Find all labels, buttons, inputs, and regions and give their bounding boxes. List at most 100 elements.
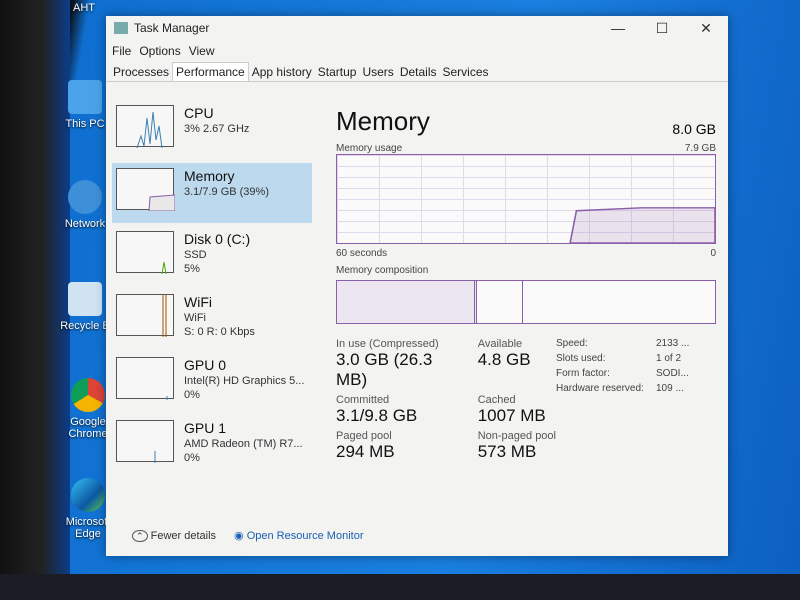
mini-graph-line (148, 194, 176, 212)
tab-bar: Processes Performance App history Startu… (106, 62, 728, 82)
mini-graph (116, 357, 174, 400)
item-detail: SSD (184, 249, 207, 261)
mini-graph-line (166, 396, 168, 400)
available-label: Available (477, 338, 523, 350)
spec-label: Hardware reserved: (556, 383, 644, 394)
sidebar-item-gpu-0[interactable]: GPU 0 Intel(R) HD Graphics 5... 0% (112, 352, 312, 412)
desktop-icon-aht[interactable]: AHT (54, 2, 114, 14)
paged-pool-label: Paged pool (336, 430, 392, 442)
resource-monitor-icon: ◉ (234, 530, 244, 542)
task-manager-window: Task Manager — ☐ ✕ File Options View Pro… (106, 16, 728, 556)
in-use-label: In use (Compressed) (336, 338, 439, 350)
mini-graph (116, 231, 174, 275)
tab-startup[interactable]: Startup (315, 63, 360, 81)
menu-options[interactable]: Options (139, 44, 180, 58)
mini-graph (116, 294, 174, 337)
total-memory: 8.0 GB (672, 121, 716, 137)
memory-composition-bar (336, 280, 716, 324)
item-name: GPU 1 (184, 420, 227, 436)
usage-label: Memory usage (336, 143, 403, 154)
item-name: Disk 0 (C:) (184, 231, 251, 247)
item-detail: S: 0 R: 0 Kbps (184, 326, 255, 338)
nonpaged-pool-value: 573 MB (477, 442, 537, 461)
composition-label: Memory composition (336, 265, 429, 276)
memory-specs: Speed: 2133 ... Slots used: 1 of 2 Form fa… (556, 338, 696, 394)
mini-graph-line (162, 295, 167, 337)
panel-title: Memory (336, 106, 430, 136)
minimize-button[interactable]: — (596, 20, 640, 37)
computer-icon (68, 80, 102, 114)
spec-value: 1 of 2 (656, 353, 682, 364)
in-use-segment (337, 281, 477, 323)
item-detail: WiFi (184, 312, 206, 324)
committed-label: Committed (336, 394, 390, 406)
usage-max: 7.9 GB (684, 143, 716, 154)
time-axis-left: 60 seconds (336, 248, 388, 259)
standby-divider (522, 281, 523, 323)
item-name: GPU 0 (184, 357, 227, 373)
mini-graph (116, 168, 176, 212)
performance-sidebar: CPU 3% 2.67 GHz Memory 3.1/7.9 GB (39%) … (112, 100, 312, 478)
footer: ⌃ Fewer details ◉ Open Resource Monitor (132, 529, 363, 542)
close-button[interactable]: ✕ (684, 20, 728, 37)
window-title: Task Manager (134, 21, 210, 35)
chevron-up-icon: ⌃ (132, 529, 148, 542)
tab-app-history[interactable]: App history (249, 63, 315, 81)
time-axis-right: 0 (710, 248, 716, 259)
cached-value: 1007 MB (477, 406, 546, 425)
tab-processes[interactable]: Processes (110, 63, 172, 81)
menu-bar: File Options View (106, 40, 728, 62)
in-use-value: 3.0 GB (26.3 MB) (336, 350, 433, 389)
menu-view[interactable]: View (189, 44, 215, 58)
sidebar-item-wifi[interactable]: WiFi WiFi S: 0 R: 0 Kbps (112, 289, 312, 349)
usage-line (569, 207, 716, 244)
spec-value: SODI... (656, 368, 689, 379)
mini-graph-line (161, 261, 167, 275)
open-resource-monitor-link[interactable]: ◉ Open Resource Monitor (234, 529, 363, 542)
tab-services[interactable]: Services (440, 63, 492, 81)
sidebar-item-cpu[interactable]: CPU 3% 2.67 GHz (112, 100, 312, 160)
item-name: Memory (184, 168, 235, 184)
mini-graph (116, 105, 174, 149)
spec-value: 2133 ... (656, 338, 690, 349)
memory-usage-graph (336, 154, 716, 244)
paged-pool-value: 294 MB (336, 442, 395, 461)
mini-graph-line (154, 451, 156, 463)
item-detail: AMD Radeon (TM) R7... (184, 438, 303, 450)
recycle-bin-icon (68, 282, 102, 316)
tab-performance[interactable]: Performance (172, 62, 249, 81)
spec-value: 109 ... (656, 383, 684, 394)
edge-icon (71, 478, 105, 512)
mini-graph (116, 420, 174, 463)
taskbar (0, 574, 800, 600)
available-value: 4.8 GB (477, 350, 531, 369)
tab-details[interactable]: Details (397, 63, 440, 81)
memory-panel: Memory 8.0 GB Memory usage 7.9 GB 60 sec… (336, 106, 716, 462)
spec-label: Speed: (556, 338, 588, 349)
spec-label: Slots used: (556, 353, 606, 364)
network-icon (68, 180, 102, 214)
fewer-details-button[interactable]: ⌃ Fewer details (132, 529, 216, 542)
item-detail: 5% (184, 263, 200, 275)
sidebar-item-gpu-1[interactable]: GPU 1 AMD Radeon (TM) R7... 0% (112, 415, 312, 475)
mini-graph-line (136, 111, 163, 149)
item-detail: 3.1/7.9 GB (39%) (184, 186, 269, 198)
tab-users[interactable]: Users (359, 63, 396, 81)
item-detail: Intel(R) HD Graphics 5... (184, 375, 305, 387)
item-name: WiFi (184, 294, 212, 310)
committed-value: 3.1/9.8 GB (336, 406, 418, 425)
nonpaged-pool-label: Non-paged pool (477, 430, 556, 442)
item-detail: 0% (184, 452, 200, 464)
menu-file[interactable]: File (112, 44, 131, 58)
sidebar-item-memory[interactable]: Memory 3.1/7.9 GB (39%) (112, 163, 312, 223)
item-name: CPU (184, 105, 214, 121)
item-detail: 3% 2.67 GHz (184, 123, 250, 135)
chrome-icon (71, 378, 105, 412)
title-bar: Task Manager — ☐ ✕ (106, 16, 728, 40)
cached-label: Cached (477, 394, 516, 406)
sidebar-item-disk-0-c[interactable]: Disk 0 (C:) SSD 5% (112, 226, 312, 286)
spec-label: Form factor: (556, 368, 610, 379)
maximize-button[interactable]: ☐ (640, 20, 684, 37)
task-manager-icon (114, 22, 128, 34)
item-detail: 0% (184, 389, 200, 401)
